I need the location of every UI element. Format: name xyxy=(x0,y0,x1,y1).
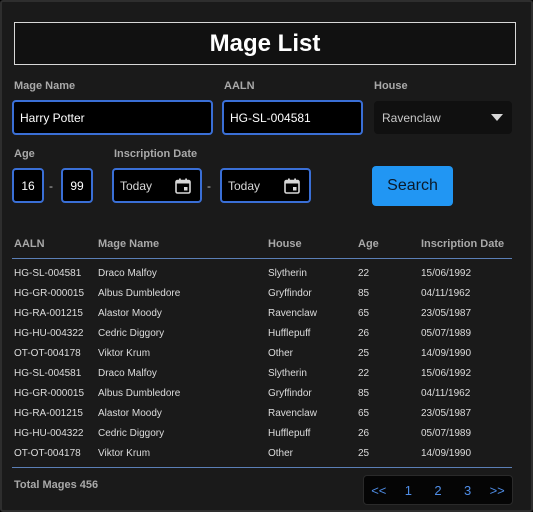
cell-aaln: HG-GR-000015 xyxy=(14,288,85,299)
cell-mage-name: Albus Dumbledore xyxy=(98,388,181,399)
cell-aaln: HG-HU-004322 xyxy=(14,328,84,339)
table-row[interactable]: HG-HU-004322 Cedric Diggory Hufflepuff 26 05… xyxy=(2,424,533,444)
calendar-icon[interactable] xyxy=(174,177,192,195)
date-range-separator: - xyxy=(207,179,211,193)
cell-house: Gryffindor xyxy=(268,288,312,299)
age-range-separator: - xyxy=(49,179,53,193)
date-from-value: Today xyxy=(120,178,153,193)
cell-mage-name: Alastor Moody xyxy=(98,408,162,419)
house-label: House xyxy=(374,80,408,92)
table-row[interactable]: HG-SL-004581 Draco Malfoy Slytherin 22 15/06… xyxy=(2,364,533,384)
title-bar: Mage List xyxy=(14,22,516,65)
page-title: Mage List xyxy=(209,29,321,57)
table-row[interactable]: OT-OT-004178 Viktor Krum Other 25 14/09/1990 xyxy=(2,344,533,364)
cell-inscription-date: 04/11/1962 xyxy=(421,288,471,299)
cell-inscription-date: 15/06/1992 xyxy=(421,268,472,279)
cell-house: Other xyxy=(268,448,294,459)
cell-age: 85 xyxy=(358,388,370,399)
table-row[interactable]: HG-GR-000015 Albus Dumbledore Gryffindor 85… xyxy=(2,284,533,304)
cell-mage-name: Cedric Diggory xyxy=(98,328,165,339)
footer-divider xyxy=(12,467,512,468)
mage-name-label: Mage Name xyxy=(14,80,76,92)
inscription-date-label: Inscription Date xyxy=(114,148,198,160)
cell-inscription-date: 15/06/1992 xyxy=(421,368,472,379)
header-divider xyxy=(12,258,512,259)
cell-mage-name: Albus Dumbledore xyxy=(98,288,181,299)
table-row[interactable]: OT-OT-004178 Viktor Krum Other 25 14/09/1990 xyxy=(2,444,533,464)
column-header-age[interactable]: Age xyxy=(358,238,379,250)
cell-mage-name: Draco Malfoy xyxy=(98,368,157,379)
caret-down-icon xyxy=(491,114,503,121)
table-row[interactable]: HG-GR-000015 Albus Dumbledore Gryffindor 85… xyxy=(2,384,533,404)
search-button[interactable]: Search xyxy=(372,166,453,206)
cell-inscription-date: 05/07/1989 xyxy=(421,328,472,339)
cell-mage-name: Viktor Krum xyxy=(98,348,151,359)
pagination-page-1[interactable]: 1 xyxy=(394,476,424,504)
cell-age: 65 xyxy=(358,408,370,419)
total-mages-count: Total Mages 456 xyxy=(14,479,99,491)
pagination-page-3[interactable]: 3 xyxy=(453,476,483,504)
age-min-input[interactable] xyxy=(12,168,44,203)
cell-inscription-date: 04/11/1962 xyxy=(421,388,471,399)
cell-aaln: HG-GR-000015 xyxy=(14,388,85,399)
cell-mage-name: Draco Malfoy xyxy=(98,268,157,279)
aaln-input[interactable] xyxy=(222,100,363,135)
cell-aaln: OT-OT-004178 xyxy=(14,348,81,359)
cell-aaln: HG-HU-004322 xyxy=(14,428,84,439)
cell-age: 25 xyxy=(358,348,370,359)
age-max-input[interactable] xyxy=(61,168,93,203)
app-window: Mage List Mage Name AALN House Ravenclaw… xyxy=(0,0,533,512)
age-label: Age xyxy=(14,148,35,160)
cell-house: Gryffindor xyxy=(268,388,312,399)
cell-age: 25 xyxy=(358,448,370,459)
date-to-value: Today xyxy=(228,178,261,193)
cell-aaln: HG-RA-001215 xyxy=(14,408,83,419)
table-row[interactable]: HG-SL-004581 Draco Malfoy Slytherin 22 15/06… xyxy=(2,264,533,284)
table-row[interactable]: HG-RA-001215 Alastor Moody Ravenclaw 65 23/0… xyxy=(2,304,533,324)
cell-inscription-date: 14/09/1990 xyxy=(421,448,472,459)
cell-age: 22 xyxy=(358,268,370,279)
table-row[interactable]: HG-RA-001215 Alastor Moody Ravenclaw 65 23/0… xyxy=(2,404,533,424)
cell-house: Slytherin xyxy=(268,368,307,379)
date-to-input[interactable]: Today xyxy=(220,168,311,203)
cell-age: 22 xyxy=(358,368,370,379)
pagination-first-button[interactable]: << xyxy=(364,476,394,504)
cell-inscription-date: 14/09/1990 xyxy=(421,348,472,359)
column-header-inscription-date[interactable]: Inscription Date xyxy=(421,238,504,250)
cell-aaln: HG-SL-004581 xyxy=(14,268,82,279)
column-header-mage-name[interactable]: Mage Name xyxy=(98,238,159,250)
pagination-last-button[interactable]: >> xyxy=(482,476,512,504)
aaln-label: AALN xyxy=(224,80,255,92)
house-select[interactable]: Ravenclaw xyxy=(374,101,512,134)
cell-aaln: HG-SL-004581 xyxy=(14,368,82,379)
pagination-page-2[interactable]: 2 xyxy=(423,476,453,504)
cell-house: Slytherin xyxy=(268,268,307,279)
cell-age: 85 xyxy=(358,288,370,299)
cell-age: 65 xyxy=(358,308,370,319)
calendar-icon[interactable] xyxy=(283,177,301,195)
cell-mage-name: Cedric Diggory xyxy=(98,428,165,439)
column-header-aaln[interactable]: AALN xyxy=(14,238,45,250)
cell-house: Hufflepuff xyxy=(268,328,311,339)
cell-mage-name: Alastor Moody xyxy=(98,308,162,319)
cell-house: Hufflepuff xyxy=(268,428,311,439)
house-select-value: Ravenclaw xyxy=(382,110,441,125)
cell-aaln: HG-RA-001215 xyxy=(14,308,83,319)
date-from-input[interactable]: Today xyxy=(112,168,202,203)
cell-inscription-date: 23/05/1987 xyxy=(421,408,472,419)
cell-inscription-date: 05/07/1989 xyxy=(421,428,472,439)
cell-mage-name: Viktor Krum xyxy=(98,448,151,459)
cell-house: Ravenclaw xyxy=(268,308,317,319)
cell-age: 26 xyxy=(358,328,370,339)
mage-name-input[interactable] xyxy=(12,100,213,135)
table-row[interactable]: HG-HU-004322 Cedric Diggory Hufflepuff 26 05… xyxy=(2,324,533,344)
column-header-house[interactable]: House xyxy=(268,238,302,250)
cell-house: Other xyxy=(268,348,294,359)
cell-age: 26 xyxy=(358,428,370,439)
cell-aaln: OT-OT-004178 xyxy=(14,448,81,459)
cell-inscription-date: 23/05/1987 xyxy=(421,308,472,319)
pagination: << 1 2 3 >> xyxy=(363,475,513,505)
cell-house: Ravenclaw xyxy=(268,408,317,419)
